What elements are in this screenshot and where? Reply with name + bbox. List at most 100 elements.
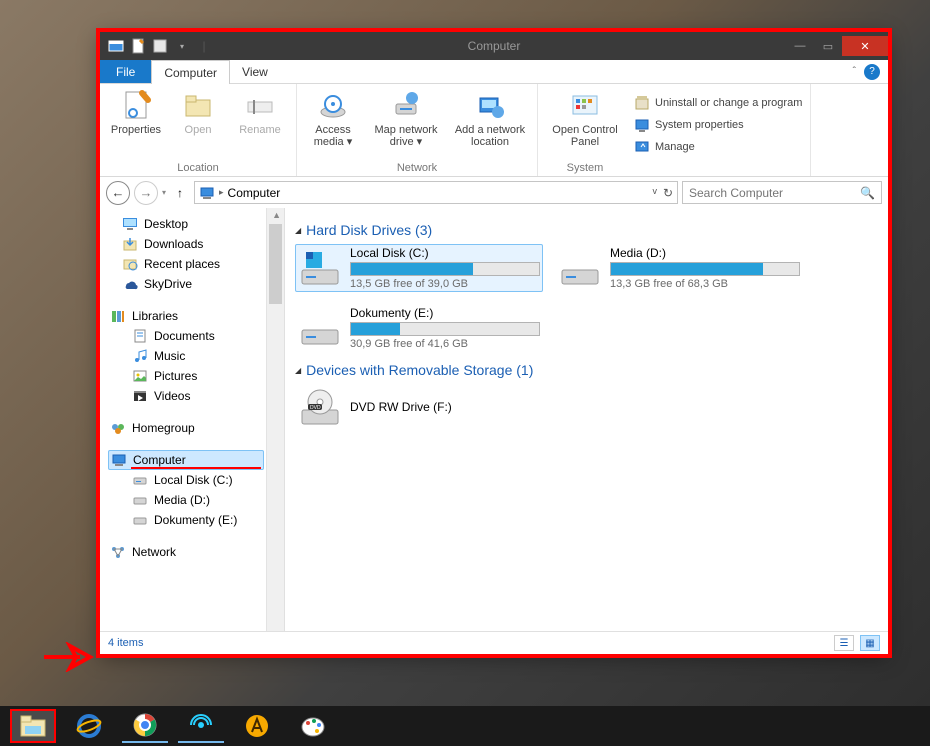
collapse-icon[interactable]: ◢ [295, 226, 301, 235]
skydrive-icon [122, 276, 138, 292]
qat-properties-icon[interactable] [130, 38, 146, 54]
nav-row: ← → ▾ ↑ ▸ Computer v ↻ 🔍 [100, 177, 888, 208]
nav-recent[interactable]: Recent places [108, 254, 284, 274]
nav-tree[interactable]: Desktop Downloads Recent places SkyDrive… [100, 208, 285, 631]
videos-icon [132, 388, 148, 404]
uninstall-program-button[interactable]: Uninstall or change a program [634, 92, 802, 114]
system-properties-button[interactable]: System properties [634, 114, 802, 136]
drive-icon [558, 246, 602, 290]
status-item-count: 4 items [108, 637, 143, 649]
drive-icon [298, 246, 342, 290]
open-button[interactable]: Open [170, 88, 226, 160]
ribbon-group-system: Open Control Panel System Uninstall or c… [538, 84, 811, 176]
up-button[interactable]: ↑ [170, 183, 190, 203]
forward-button[interactable]: → [134, 181, 158, 205]
nav-pictures[interactable]: Pictures [108, 366, 284, 386]
control-panel-button[interactable]: Open Control Panel [546, 88, 624, 160]
history-dropdown-icon[interactable]: ▾ [162, 188, 166, 197]
explorer-body: Desktop Downloads Recent places SkyDrive… [100, 208, 888, 631]
taskbar-explorer-icon[interactable] [10, 709, 56, 743]
access-media-button[interactable]: Access media ▾ [305, 88, 361, 160]
drive-free: 30,9 GB free of 41,6 GB [350, 338, 540, 350]
group-header-removable[interactable]: ◢Devices with Removable Storage (1) [295, 362, 878, 378]
nav-drive-d[interactable]: Media (D:) [108, 490, 284, 510]
svg-text:DVD: DVD [310, 405, 321, 411]
properties-button[interactable]: Properties [108, 88, 164, 160]
collapse-icon[interactable]: ◢ [295, 366, 301, 375]
search-icon[interactable]: 🔍 [860, 186, 875, 200]
drive-e[interactable]: Dokumenty (E:) 30,9 GB free of 41,6 GB [295, 304, 543, 352]
drive-icon [132, 512, 148, 528]
desktop-icon [122, 216, 138, 232]
breadcrumb-separator-icon[interactable]: ▸ [219, 187, 224, 198]
drive-icon [132, 472, 148, 488]
nav-libraries[interactable]: Libraries [108, 306, 284, 326]
drive-free: 13,5 GB free of 39,0 GB [350, 278, 540, 290]
taskbar-ie-icon[interactable] [66, 709, 112, 743]
drive-c[interactable]: Local Disk (C:) 13,5 GB free of 39,0 GB [295, 244, 543, 292]
view-tiles-button[interactable]: ▦ [860, 635, 880, 651]
dvd-drive[interactable]: DVD DVD RW Drive (F:) [295, 384, 543, 432]
drive-icon [132, 492, 148, 508]
nav-skydrive[interactable]: SkyDrive [108, 274, 284, 294]
recent-places-icon [122, 256, 138, 272]
group-header-hdd[interactable]: ◢Hard Disk Drives (3) [295, 222, 878, 238]
drive-name: Dokumenty (E:) [350, 306, 540, 320]
search-input[interactable] [689, 186, 860, 200]
nav-downloads[interactable]: Downloads [108, 234, 284, 254]
view-tab[interactable]: View [230, 60, 280, 83]
qat-icon[interactable] [108, 38, 124, 54]
titlebar: ▾ | Computer — ▭ ✕ [100, 32, 888, 60]
map-network-drive-button[interactable]: Map network drive ▾ [367, 88, 445, 160]
manage-button[interactable]: Manage [634, 136, 802, 158]
address-bar[interactable]: ▸ Computer v ↻ [194, 181, 678, 204]
maximize-button[interactable]: ▭ [814, 36, 842, 56]
downloads-icon [122, 236, 138, 252]
nav-drive-c[interactable]: Local Disk (C:) [108, 470, 284, 490]
nav-homegroup[interactable]: Homegroup [108, 418, 284, 438]
qat-dropdown-icon[interactable]: ▾ [174, 38, 190, 54]
breadcrumb[interactable]: Computer [228, 186, 281, 200]
taskbar-wifi-icon[interactable] [178, 709, 224, 743]
computer-icon [199, 185, 215, 201]
nav-videos[interactable]: Videos [108, 386, 284, 406]
taskbar-aimp-icon[interactable] [234, 709, 280, 743]
nav-documents[interactable]: Documents [108, 326, 284, 346]
back-button[interactable]: ← [106, 181, 130, 205]
drive-name: Local Disk (C:) [350, 246, 540, 260]
computer-tab[interactable]: Computer [151, 60, 230, 84]
ribbon-collapse-icon[interactable]: ˆ [853, 66, 856, 77]
nav-drive-e[interactable]: Dokumenty (E:) [108, 510, 284, 530]
file-tab[interactable]: File [100, 60, 151, 83]
minimize-button[interactable]: — [786, 36, 814, 56]
drive-d[interactable]: Media (D:) 13,3 GB free of 68,3 GB [555, 244, 803, 292]
taskbar[interactable] [0, 706, 930, 746]
taskbar-chrome-icon[interactable] [122, 709, 168, 743]
pictures-icon [132, 368, 148, 384]
close-button[interactable]: ✕ [842, 36, 888, 56]
search-box[interactable]: 🔍 [682, 181, 882, 204]
ribbon-group-network: Access media ▾ Map network drive ▾ Add a… [297, 84, 538, 176]
refresh-icon[interactable]: ↻ [663, 186, 673, 200]
view-details-button[interactable]: ☰ [834, 635, 854, 651]
taskbar-paint-icon[interactable] [290, 709, 336, 743]
drive-icon [298, 306, 342, 350]
rename-button[interactable]: Rename [232, 88, 288, 160]
content-pane[interactable]: ◢Hard Disk Drives (3) Local Disk (C:) 13… [285, 208, 888, 631]
scrollbar-thumb[interactable] [269, 224, 282, 304]
add-network-location-button[interactable]: Add a network location [451, 88, 529, 160]
nav-music[interactable]: Music [108, 346, 284, 366]
status-bar: 4 items ☰ ▦ [100, 631, 888, 654]
qat-newfolder-icon[interactable] [152, 38, 168, 54]
ribbon-group-label: Location [108, 160, 288, 174]
nav-desktop[interactable]: Desktop [108, 214, 284, 234]
address-dropdown-icon[interactable]: v [652, 186, 657, 200]
drive-name: Media (D:) [610, 246, 800, 260]
ribbon-group-label: System [546, 160, 624, 174]
help-icon[interactable]: ? [864, 64, 880, 80]
music-icon [132, 348, 148, 364]
nav-computer[interactable]: Computer [108, 450, 264, 470]
nav-network[interactable]: Network [108, 542, 284, 562]
usage-bar [350, 322, 540, 336]
quick-access-toolbar: ▾ | [100, 38, 212, 54]
